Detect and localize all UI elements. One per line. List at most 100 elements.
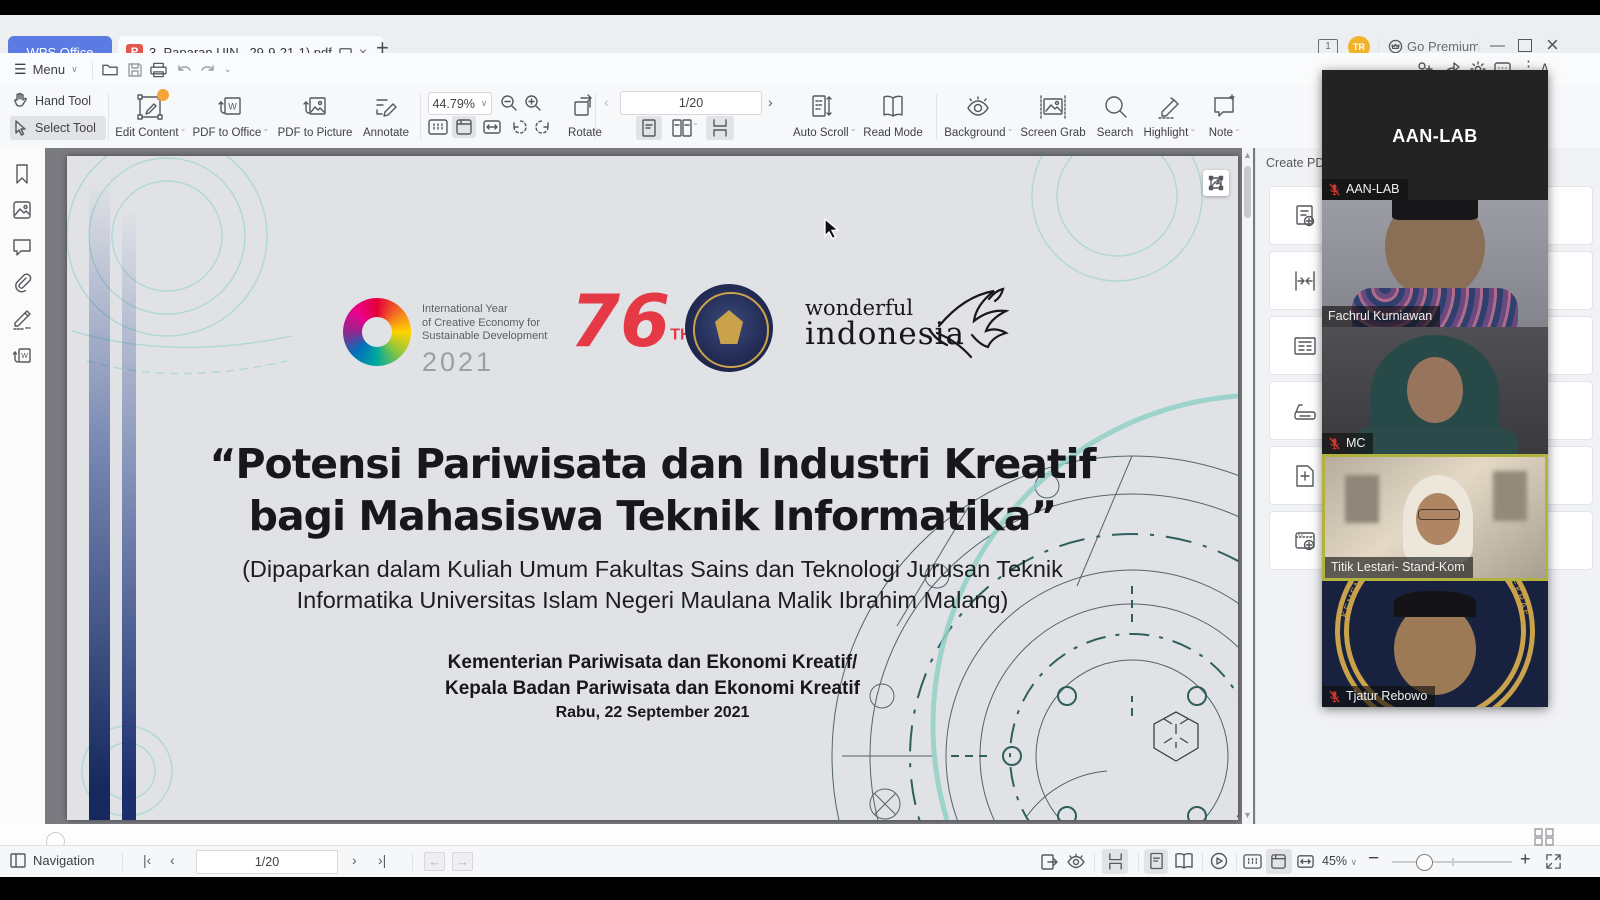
- rotate-right-icon[interactable]: [534, 118, 552, 136]
- zoom-minus-icon[interactable]: −: [1368, 848, 1379, 870]
- single-page-view-icon[interactable]: [641, 119, 657, 137]
- edit-content-button[interactable]: Edit Content ˘: [114, 92, 186, 139]
- fit-width-icon-status[interactable]: [1296, 853, 1315, 870]
- pdf-to-picture-icon: [300, 92, 330, 122]
- select-tool-button[interactable]: Select Tool: [10, 116, 106, 140]
- video-tile-aan-lab[interactable]: AAN-LAB AAN-LAB: [1322, 70, 1548, 200]
- two-page-dropdown-icon[interactable]: ˘: [694, 122, 697, 132]
- navigation-label: Navigation: [33, 853, 94, 868]
- prev-page-icon[interactable]: ‹: [604, 94, 609, 110]
- video-conference-overlay[interactable]: AAN-LAB AAN-LAB Fachrul Kurniawan MC: [1322, 70, 1548, 707]
- search-button[interactable]: Search: [1092, 92, 1138, 139]
- zoom-value-select[interactable]: 44.79%∨: [428, 92, 492, 115]
- note-icon: [1210, 92, 1238, 122]
- navigation-toggle[interactable]: Navigation: [10, 853, 94, 868]
- forward-view-button[interactable]: →: [452, 852, 473, 871]
- doc-vscrollbar[interactable]: ▲ ▼: [1242, 148, 1253, 824]
- slide-launch-icon[interactable]: [1040, 853, 1059, 871]
- single-page-icon-status[interactable]: [1149, 852, 1164, 870]
- first-page-icon[interactable]: |‹: [143, 852, 151, 868]
- open-file-icon[interactable]: [102, 62, 119, 78]
- horizontal-scroll-strip[interactable]: [0, 824, 1600, 845]
- undo-icon[interactable]: [176, 63, 192, 77]
- background-button[interactable]: Background ˘: [942, 92, 1014, 139]
- edit-content-label: Edit Content: [115, 127, 178, 139]
- fullscreen-icon[interactable]: [1545, 853, 1562, 870]
- minimize-button[interactable]: —: [1490, 37, 1505, 54]
- thumbnails-icon[interactable]: [11, 199, 33, 221]
- save-icon[interactable]: [127, 62, 143, 78]
- print-icon[interactable]: [150, 62, 167, 78]
- page-indicator-box[interactable]: 1/20: [620, 91, 762, 115]
- zoom-plus-icon[interactable]: +: [1520, 849, 1531, 870]
- rotate-label: Rotate: [562, 127, 608, 139]
- export-word-icon[interactable]: W: [11, 345, 33, 367]
- status-page-box[interactable]: 1/20: [196, 850, 338, 874]
- note-button[interactable]: Note ˘: [1202, 92, 1246, 139]
- avatar-initials: TR: [1353, 42, 1365, 52]
- prev-page-icon-status[interactable]: ‹: [170, 852, 175, 868]
- video-tile-mc[interactable]: MC: [1322, 327, 1548, 454]
- pdf-to-picture-button[interactable]: PDF to Picture: [274, 92, 356, 139]
- participant-name-label: AAN-LAB: [1322, 179, 1408, 200]
- bookmark-icon[interactable]: [11, 163, 33, 185]
- video-tile-fachrul[interactable]: Fachrul Kurniawan: [1322, 200, 1548, 327]
- redo-icon[interactable]: [200, 63, 216, 77]
- read-mode-button[interactable]: Read Mode: [862, 92, 924, 139]
- actual-size-icon-status[interactable]: [1243, 853, 1262, 870]
- auto-scroll-button[interactable]: Auto Scroll ˘: [793, 92, 849, 139]
- highlight-label: Highlight: [1144, 127, 1189, 139]
- pdf-page[interactable]: International Year of Creative Economy f…: [67, 156, 1238, 820]
- room-title: AAN-LAB: [1322, 126, 1548, 147]
- participant-name-label: Fachrul Kurniawan: [1322, 306, 1440, 327]
- from-layout-icon: [1292, 333, 1318, 359]
- pdf-to-office-button[interactable]: W PDF to Office ˘: [190, 92, 270, 139]
- zoom-in-icon[interactable]: [524, 94, 542, 112]
- highlight-button[interactable]: Highlight ˘: [1140, 92, 1198, 139]
- screen-grab-button[interactable]: Screen Grab: [1018, 92, 1088, 139]
- hand-icon: [12, 92, 28, 109]
- extract-image-button[interactable]: [1203, 170, 1229, 196]
- workspace-grid-icon[interactable]: [1534, 828, 1554, 846]
- next-page-icon-status[interactable]: ›: [352, 852, 357, 868]
- scroll-up-icon[interactable]: ▲: [1243, 150, 1252, 160]
- slide-organization: Kementerian Pariwisata dan Ekonomi Kreat…: [67, 650, 1238, 702]
- status-zoom-value[interactable]: 45% ∨: [1322, 854, 1357, 868]
- video-tile-titik-active-speaker[interactable]: Titik Lestari- Stand-Kom: [1322, 454, 1548, 581]
- zoom-slider-knob[interactable]: [1416, 854, 1433, 871]
- zoom-out-icon[interactable]: [500, 94, 518, 112]
- rotate-left-icon[interactable]: [510, 118, 528, 136]
- signature-icon[interactable]: [11, 308, 33, 330]
- eye-icon[interactable]: [1066, 853, 1086, 871]
- fit-page-icon-status[interactable]: [1270, 853, 1287, 870]
- scroll-down-icon[interactable]: ▼: [1243, 810, 1252, 820]
- vscroll-thumb[interactable]: [1244, 166, 1251, 218]
- video-tile-tjatur[interactable]: KEMENP REKRAF Tjatur Rebowo: [1322, 581, 1548, 707]
- continuous-view-icon[interactable]: [711, 119, 729, 137]
- play-slideshow-icon[interactable]: [1210, 852, 1228, 870]
- zoom-slider[interactable]: [1392, 861, 1512, 863]
- hand-tool-button[interactable]: Hand Tool: [12, 92, 91, 109]
- background-eye-icon: [962, 92, 994, 122]
- toolbar-more-icon[interactable]: ⌄: [224, 64, 232, 75]
- go-premium-button[interactable]: Go Premium: [1388, 39, 1480, 54]
- attachment-icon[interactable]: [11, 272, 33, 294]
- annotate-icon: [371, 92, 401, 122]
- restore-button[interactable]: [1518, 39, 1532, 52]
- actual-size-icon[interactable]: [428, 118, 448, 136]
- book-view-icon[interactable]: [1174, 852, 1194, 870]
- fit-width-icon[interactable]: [482, 118, 502, 136]
- rotate-button[interactable]: Rotate: [562, 92, 608, 139]
- status-bar: Navigation |‹ ‹ 1/20 › ›| ← → 45% ∨ −: [0, 845, 1600, 878]
- fit-page-icon[interactable]: [455, 118, 473, 136]
- app-window: WPS Office P 3. Paparan UIN...29-9-21-1)…: [0, 0, 1600, 900]
- continuous-view-icon-status[interactable]: [1107, 853, 1124, 870]
- last-page-icon[interactable]: ›|: [378, 852, 386, 868]
- next-page-icon[interactable]: ›: [768, 94, 773, 110]
- annotate-button[interactable]: Annotate: [358, 92, 414, 139]
- background-label: Background: [944, 127, 1005, 139]
- menu-button[interactable]: ☰ Menu ∨: [14, 61, 78, 78]
- comment-icon[interactable]: [11, 236, 33, 258]
- two-page-view-icon[interactable]: [672, 119, 692, 137]
- back-view-button[interactable]: ←: [424, 852, 445, 871]
